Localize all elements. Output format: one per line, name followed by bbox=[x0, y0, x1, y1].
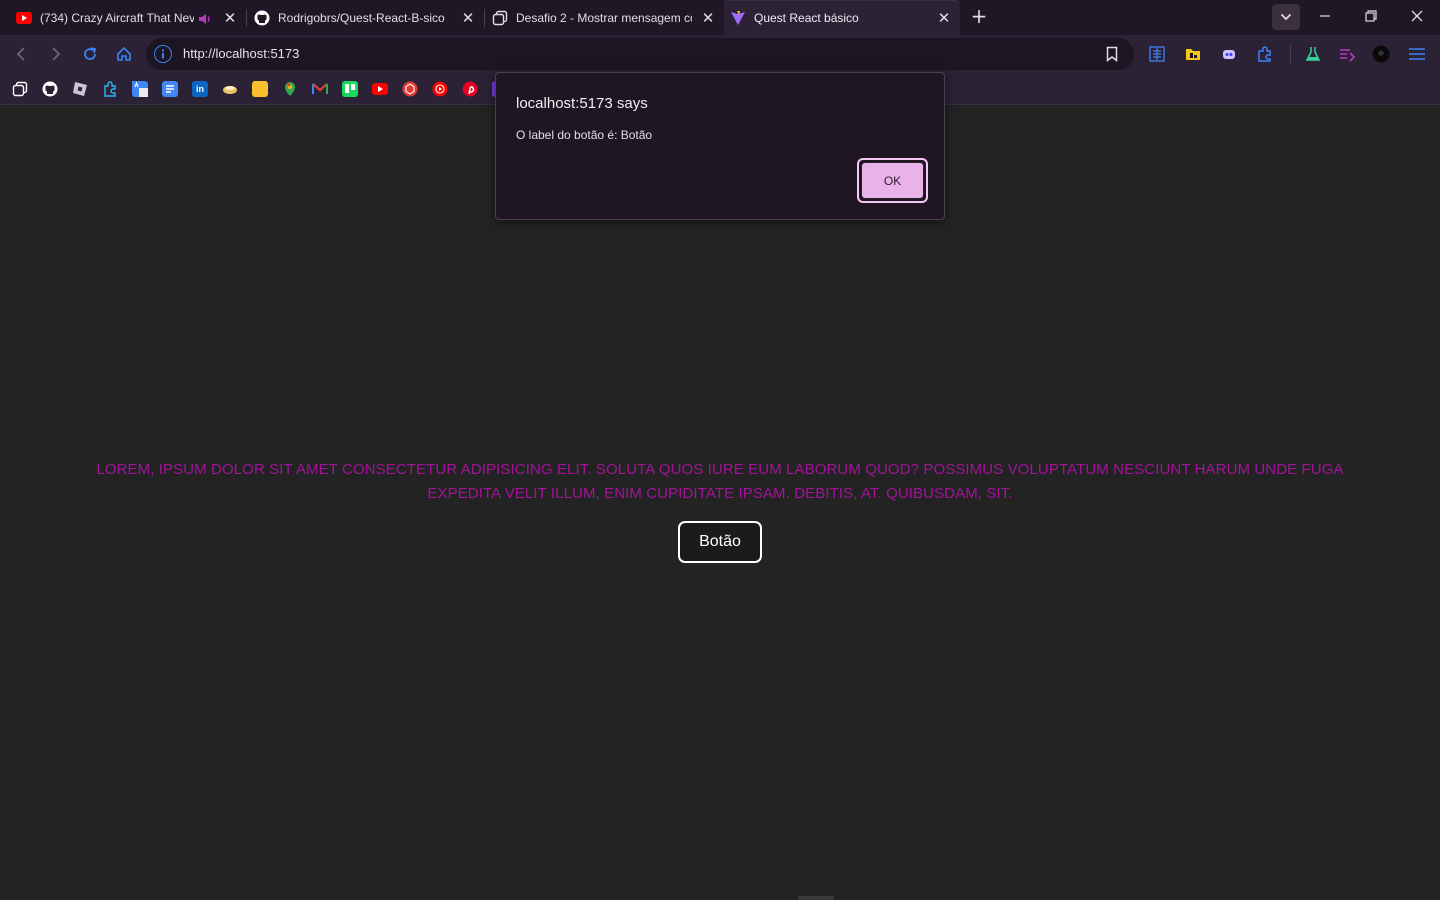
google-maps-bookmark-icon[interactable] bbox=[282, 81, 298, 97]
home-icon bbox=[117, 46, 131, 61]
pinterest-bookmark-icon[interactable] bbox=[462, 81, 478, 97]
extensions-puzzle-icon[interactable] bbox=[1256, 45, 1274, 63]
vite-icon bbox=[730, 10, 746, 26]
minimize-icon bbox=[1320, 15, 1330, 17]
gmail-bookmark-icon[interactable] bbox=[312, 81, 328, 97]
tab-group-bookmark-icon[interactable] bbox=[12, 81, 28, 97]
tab-list-button[interactable] bbox=[1272, 4, 1300, 30]
bookmark-icon[interactable] bbox=[1104, 46, 1120, 63]
navigation-toolbar: http://localhost:5173 bbox=[0, 35, 1440, 73]
restore-icon bbox=[1365, 10, 1377, 22]
site-info-icon[interactable] bbox=[154, 45, 172, 63]
menu-hamburger-icon[interactable] bbox=[1408, 45, 1426, 63]
audio-playing-icon[interactable] bbox=[198, 11, 212, 25]
dialog-message: O label do botão é: Botão bbox=[516, 128, 653, 142]
github-icon bbox=[254, 10, 270, 26]
close-window-button[interactable] bbox=[1394, 0, 1440, 32]
google-translate-bookmark-icon[interactable] bbox=[132, 81, 148, 97]
roblox-bookmark-icon[interactable] bbox=[72, 81, 88, 97]
folder-extension-icon[interactable] bbox=[1184, 45, 1202, 63]
labs-flask-icon[interactable] bbox=[1304, 45, 1322, 63]
youtube-music-bookmark-icon[interactable] bbox=[432, 81, 448, 97]
puzzle-bookmark-icon[interactable] bbox=[102, 81, 118, 97]
url-text[interactable]: http://localhost:5173 bbox=[183, 46, 299, 61]
back-button[interactable] bbox=[9, 41, 35, 67]
home-button[interactable] bbox=[111, 41, 137, 67]
reload-button[interactable] bbox=[77, 41, 103, 67]
tab-quest-react[interactable]: Quest React básico ✕ bbox=[724, 0, 960, 35]
robot-extension-icon[interactable] bbox=[1220, 45, 1238, 63]
reload-icon bbox=[84, 47, 97, 60]
tab-close-icon[interactable]: ✕ bbox=[936, 10, 952, 26]
arrow-forward-icon bbox=[52, 47, 61, 61]
cube-bookmark-icon[interactable] bbox=[402, 81, 418, 97]
dialog-title: localhost:5173 says bbox=[516, 95, 648, 112]
arrow-back-icon bbox=[16, 47, 25, 61]
scroll-indicator bbox=[798, 896, 834, 900]
alert-dialog: localhost:5173 says O label do botão é: … bbox=[495, 72, 945, 220]
tab-desafio[interactable]: Desafio 2 - Mostrar mensagem co ✕ bbox=[484, 0, 724, 35]
profile-avatar-icon[interactable] bbox=[1372, 45, 1390, 63]
tab-github[interactable]: Rodrigobrs/Quest-React-B-sico ✕ bbox=[246, 0, 484, 35]
botao-button[interactable]: Botão bbox=[678, 521, 762, 563]
toolbar-separator bbox=[1290, 45, 1291, 63]
tab-title: Rodrigobrs/Quest-React-B-sico bbox=[278, 10, 445, 25]
restore-button[interactable] bbox=[1348, 0, 1394, 32]
tab-search-icon[interactable] bbox=[1338, 45, 1356, 63]
food-bookmark-icon[interactable] bbox=[222, 81, 238, 97]
tab-title: (734) Crazy Aircraft That Neve bbox=[40, 10, 194, 25]
tab-title: Quest React básico bbox=[754, 11, 859, 25]
tab-close-icon[interactable]: ✕ bbox=[700, 10, 716, 26]
tab-close-icon[interactable]: ✕ bbox=[460, 10, 476, 26]
address-bar[interactable]: http://localhost:5173 bbox=[146, 38, 1134, 70]
tab-title: Desafio 2 - Mostrar mensagem co bbox=[516, 10, 692, 25]
tab-strip: (734) Crazy Aircraft That Neve ✕ Rodrigo… bbox=[0, 0, 1440, 35]
trello-bookmark-icon[interactable] bbox=[342, 81, 358, 97]
forward-button[interactable] bbox=[42, 41, 68, 67]
ok-button-label: OK bbox=[861, 162, 924, 199]
google-docs-bookmark-icon[interactable] bbox=[162, 81, 178, 97]
tab-group-icon bbox=[492, 10, 508, 26]
page-content: LOREM, IPSUM DOLOR SIT AMET CONSECTETUR … bbox=[0, 106, 1440, 900]
github-bookmark-icon[interactable] bbox=[42, 81, 58, 97]
notes-bookmark-icon[interactable] bbox=[252, 81, 268, 97]
new-tab-button[interactable]: + bbox=[968, 6, 990, 28]
youtube-bookmark-icon[interactable] bbox=[372, 81, 388, 97]
lorem-paragraph: LOREM, IPSUM DOLOR SIT AMET CONSECTETUR … bbox=[96, 461, 1344, 502]
translate-extension-icon[interactable] bbox=[1148, 45, 1166, 63]
tab-close-icon[interactable]: ✕ bbox=[222, 10, 238, 26]
linkedin-bookmark-icon[interactable]: in bbox=[192, 81, 208, 97]
chevron-down-icon bbox=[1280, 13, 1292, 21]
ok-button[interactable]: OK bbox=[857, 158, 928, 203]
close-icon bbox=[1411, 10, 1423, 22]
tab-youtube[interactable]: (734) Crazy Aircraft That Neve ✕ bbox=[0, 0, 246, 35]
minimize-button[interactable] bbox=[1302, 0, 1348, 32]
youtube-icon bbox=[16, 10, 32, 26]
